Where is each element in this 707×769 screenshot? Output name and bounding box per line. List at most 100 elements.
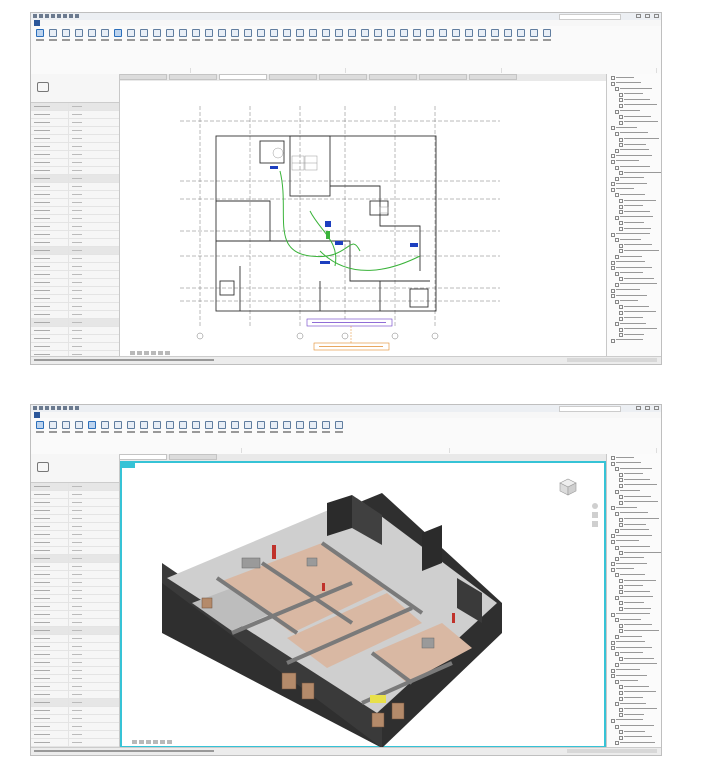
property-row[interactable] bbox=[31, 651, 119, 659]
ribbon-tool-button[interactable] bbox=[48, 421, 58, 435]
close-icon[interactable] bbox=[654, 406, 659, 410]
ribbon-tool-button[interactable] bbox=[477, 29, 487, 43]
ribbon-tool-button[interactable] bbox=[100, 421, 110, 435]
crop-icon[interactable] bbox=[167, 740, 172, 744]
ribbon-tool-button[interactable] bbox=[35, 421, 45, 435]
ribbon-tool-button[interactable] bbox=[139, 421, 149, 435]
ribbon-tool-button[interactable] bbox=[230, 29, 240, 43]
ribbon-tool-button[interactable] bbox=[425, 29, 435, 43]
property-row[interactable] bbox=[31, 167, 119, 175]
measure-icon[interactable] bbox=[69, 14, 73, 18]
property-row[interactable] bbox=[31, 207, 119, 215]
ribbon-tool-button[interactable] bbox=[334, 29, 344, 43]
ribbon-tool-button[interactable] bbox=[516, 29, 526, 43]
view-cube-icon[interactable] bbox=[552, 473, 584, 501]
property-row[interactable] bbox=[31, 263, 119, 271]
ribbon-tool-button[interactable] bbox=[269, 421, 279, 435]
scale-icon[interactable] bbox=[130, 351, 135, 355]
property-row[interactable] bbox=[31, 135, 119, 143]
view-tab[interactable] bbox=[369, 74, 417, 80]
minimize-icon[interactable] bbox=[636, 406, 641, 410]
ribbon-tool-button[interactable] bbox=[165, 421, 175, 435]
property-row[interactable] bbox=[31, 159, 119, 167]
ribbon-tool-button[interactable] bbox=[61, 421, 71, 435]
view-tab[interactable] bbox=[419, 74, 467, 80]
maximize-icon[interactable] bbox=[645, 14, 650, 18]
view-tab[interactable] bbox=[469, 74, 517, 80]
ribbon-tool-button[interactable] bbox=[321, 29, 331, 43]
crop-icon[interactable] bbox=[165, 351, 170, 355]
ribbon-tool-button[interactable] bbox=[113, 29, 123, 43]
property-row[interactable] bbox=[31, 491, 119, 499]
property-row[interactable] bbox=[31, 175, 119, 183]
property-row[interactable] bbox=[31, 659, 119, 667]
view-tab[interactable] bbox=[269, 74, 317, 80]
ribbon-tool-button[interactable] bbox=[230, 421, 240, 435]
redo-icon[interactable] bbox=[57, 406, 61, 410]
property-row[interactable] bbox=[31, 667, 119, 675]
property-row[interactable] bbox=[31, 215, 119, 223]
property-row[interactable] bbox=[31, 271, 119, 279]
ribbon-tool-button[interactable] bbox=[464, 29, 474, 43]
ribbon-tool-button[interactable] bbox=[100, 29, 110, 43]
sun-path-icon[interactable] bbox=[151, 351, 156, 355]
property-row[interactable] bbox=[31, 595, 119, 603]
property-row[interactable] bbox=[31, 335, 119, 343]
ribbon-tool-button[interactable] bbox=[126, 29, 136, 43]
drawing-canvas-3d[interactable] bbox=[120, 461, 606, 748]
sun-path-icon[interactable] bbox=[153, 740, 158, 744]
property-row[interactable] bbox=[31, 295, 119, 303]
ribbon-tool-button[interactable] bbox=[295, 29, 305, 43]
ribbon-tool-button[interactable] bbox=[503, 29, 513, 43]
property-row[interactable] bbox=[31, 523, 119, 531]
property-row[interactable] bbox=[31, 603, 119, 611]
ribbon-tool-button[interactable] bbox=[139, 29, 149, 43]
detail-level-icon[interactable] bbox=[139, 740, 144, 744]
property-row[interactable] bbox=[31, 723, 119, 731]
property-row[interactable] bbox=[31, 127, 119, 135]
property-row[interactable] bbox=[31, 739, 119, 747]
ribbon-tool-button[interactable] bbox=[113, 421, 123, 435]
property-row[interactable] bbox=[31, 619, 119, 627]
scale-icon[interactable] bbox=[132, 740, 137, 744]
property-row[interactable] bbox=[31, 635, 119, 643]
ribbon-tool-button[interactable] bbox=[438, 29, 448, 43]
quick-access-toolbar[interactable] bbox=[33, 14, 79, 18]
ribbon-tool-button[interactable] bbox=[542, 29, 552, 43]
property-row[interactable] bbox=[31, 151, 119, 159]
maximize-icon[interactable] bbox=[645, 406, 650, 410]
save-icon[interactable] bbox=[45, 14, 49, 18]
property-row[interactable] bbox=[31, 731, 119, 739]
property-row[interactable] bbox=[31, 707, 119, 715]
property-row[interactable] bbox=[31, 279, 119, 287]
property-row[interactable] bbox=[31, 587, 119, 595]
workset-selector[interactable] bbox=[567, 749, 657, 753]
redo-icon[interactable] bbox=[57, 14, 61, 18]
ribbon-tool-button[interactable] bbox=[178, 29, 188, 43]
property-row[interactable] bbox=[31, 239, 119, 247]
ribbon-tool-button[interactable] bbox=[256, 29, 266, 43]
window-controls[interactable] bbox=[636, 14, 659, 18]
quick-access-toolbar[interactable] bbox=[33, 406, 79, 410]
shadows-icon[interactable] bbox=[158, 351, 163, 355]
property-row[interactable] bbox=[31, 547, 119, 555]
ribbon-tool-button[interactable] bbox=[204, 29, 214, 43]
ribbon-tool-button[interactable] bbox=[87, 421, 97, 435]
ribbon-tool-button[interactable] bbox=[282, 421, 292, 435]
browser-tree-item[interactable] bbox=[607, 739, 661, 745]
property-row[interactable] bbox=[31, 199, 119, 207]
view-control-bar[interactable] bbox=[132, 740, 172, 745]
view-tab[interactable] bbox=[319, 74, 367, 80]
orbit-icon[interactable] bbox=[592, 521, 598, 527]
property-row[interactable] bbox=[31, 303, 119, 311]
3d-view-icon[interactable] bbox=[75, 14, 79, 18]
property-row[interactable] bbox=[31, 111, 119, 119]
property-row[interactable] bbox=[31, 499, 119, 507]
ribbon-tool-button[interactable] bbox=[308, 421, 318, 435]
ribbon-tool-button[interactable] bbox=[529, 29, 539, 43]
property-row[interactable] bbox=[31, 119, 119, 127]
ribbon-tool-button[interactable] bbox=[74, 29, 84, 43]
type-selector[interactable] bbox=[31, 454, 119, 483]
save-icon[interactable] bbox=[45, 406, 49, 410]
ribbon-tool-button[interactable] bbox=[126, 421, 136, 435]
